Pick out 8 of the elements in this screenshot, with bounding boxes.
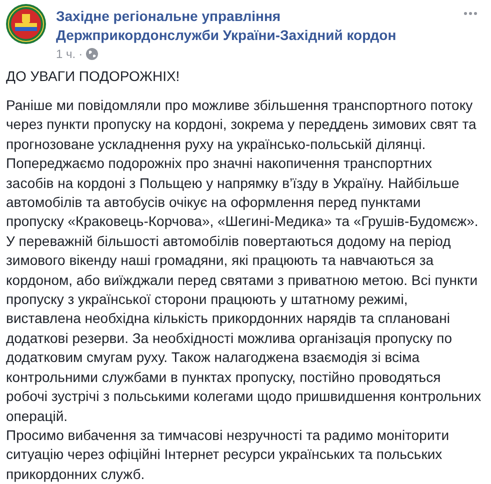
post-paragraph: Раніше ми повідомляли про можливе збільшення транспортного потоку через пункти пропуску на кордоні, зокрема у переддень зимових свят та прогнозоване ускладнення руху на українсько-польській ділянці. Попереджаємо подорожніх про значні накопичення транспортних засобів на кордоні з Польщею у напрямку в’їзду в Україну. Найбільше автомобілів та автобусів очікує на оформлення перед пунктами пропуску «Краковець-Корчова», «Шегині-Медика» та «Грушів-Будомєж». У переважній більшості автомобілів повертаються додому на період зимового вікенду наші громадяни, які працюють та навчаються за кордоном, або виїжджали перед святами з приватною метою. Всі пункти пропуску з української сторони працюють у штатному режимі, виставлена необхідна кількість прикордонних нарядів та сплановані додаткові резерви. За необхідності можлива організація пропуску по додатковим смугам руху. Також налагоджена взаємодія зі всіма контрольними службами в пунктах пропуску, постійно проводяться робочі зустрічі з польськими колегами щодо пришвидшення контрольних операцій. xyxy=(6,96,482,426)
more-options-button[interactable] xyxy=(464,12,477,15)
author-name[interactable]: Західне регіональне управління Держприкордонслужби України-Західний кордон xyxy=(56,7,416,45)
avatar[interactable] xyxy=(6,4,46,44)
globe-icon xyxy=(86,48,98,60)
post-paragraph: Просимо вибачення за тимчасові незручності та радимо моніторити ситуацію через офіційні Інтернет ресурси українських та польських прикордонних служб. xyxy=(6,426,450,484)
post-headline: ДО УВАГИ ПОДОРОЖНІХ! xyxy=(6,67,181,86)
separator: · xyxy=(78,47,83,61)
